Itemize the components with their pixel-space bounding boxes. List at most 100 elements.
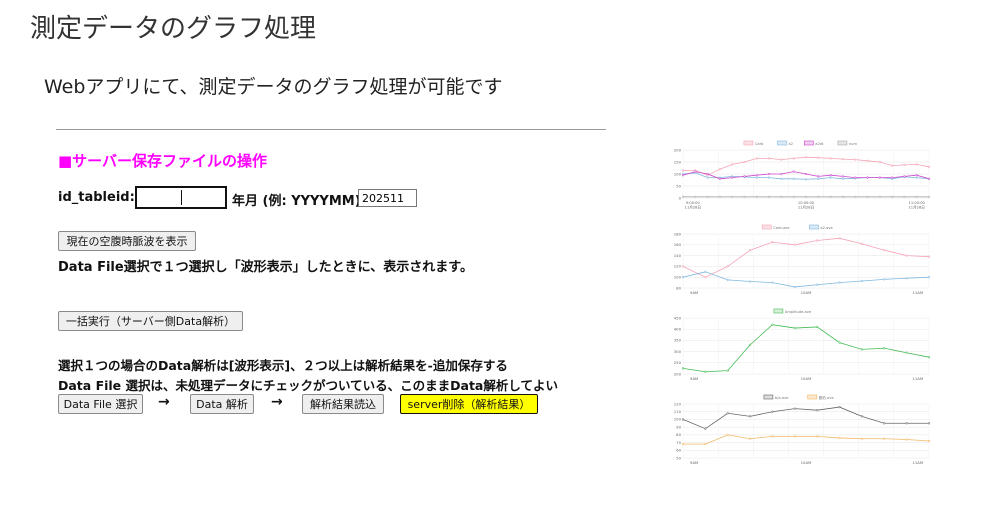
slide-title: 測定データのグラフ処理 (30, 14, 317, 44)
data-point (878, 160, 881, 164)
data-point (817, 177, 820, 180)
y-tick-label: 160 (674, 242, 682, 247)
data-point (771, 240, 774, 244)
datafile-note: Data File選択で１つ選択し「波形表示」したときに、表示されます。 (58, 260, 473, 275)
legend-swatch (777, 140, 787, 146)
legend-swatch (809, 224, 819, 230)
x-tick-label: 11AM (912, 290, 923, 295)
data-point (681, 169, 685, 172)
line-chart-all-series: Carb a2 a2dt num2001501005009:00:0011月28日10… (674, 140, 931, 210)
data-point (841, 175, 845, 178)
line-chart-ba-pulse-ave: b/a-ave 脈拍-ave 120 110 100 90 80 70 60 50 9AM 10AM 1… (674, 394, 931, 465)
text-cursor (181, 190, 182, 205)
x-tick-label: 10AM (801, 290, 812, 295)
data-point (927, 422, 931, 425)
data-point (883, 249, 886, 252)
data-point (771, 323, 774, 326)
legend-label: 脈拍-ave (819, 395, 835, 400)
data-point (681, 276, 685, 279)
data-point (816, 409, 819, 412)
y-tick-label: 140 (674, 253, 682, 258)
data-point (860, 348, 864, 351)
data-point (860, 242, 864, 245)
data-point (755, 195, 758, 198)
y-tick-label: 50 (676, 183, 681, 188)
data-point (905, 351, 908, 354)
data-point (927, 165, 931, 168)
series-line (682, 271, 930, 288)
data-point (767, 157, 771, 160)
data-point (793, 435, 796, 438)
data-point (866, 176, 869, 179)
data-point (841, 157, 845, 161)
legend-swatch (804, 140, 814, 146)
y-tick-label: 450 (674, 315, 682, 320)
data-point (860, 279, 864, 283)
legend-swatch (761, 224, 772, 230)
data-point (767, 195, 771, 198)
x-tick-label: 11:00:00 (909, 201, 926, 205)
y-tick-label: 300 (674, 349, 682, 354)
x-tick-label: 11AM (912, 460, 923, 465)
data-point (681, 265, 685, 268)
data-point (743, 160, 746, 164)
data-point (793, 407, 796, 410)
data-point (927, 356, 931, 359)
data-point (883, 278, 886, 281)
data-point (854, 158, 857, 161)
data-point (841, 195, 845, 198)
data-point (704, 370, 707, 373)
data-point (743, 175, 746, 178)
data-point (816, 239, 819, 242)
data-point (726, 433, 729, 437)
series-line (682, 406, 929, 430)
data-point (915, 176, 918, 179)
load-results-button[interactable]: 解析結果読込 (302, 394, 384, 414)
data-point (748, 280, 752, 283)
legend-swatch (743, 140, 754, 146)
yearmonth-input[interactable] (358, 189, 417, 207)
y-tick-label: 120 (674, 401, 682, 406)
data-point (767, 172, 771, 176)
data-point (878, 195, 881, 198)
y-tick-label: 350 (674, 338, 682, 343)
batch-run-button[interactable]: 一括実行（サーバー側Data解析） (58, 311, 243, 331)
y-tick-label: 150 (674, 159, 682, 164)
legend-swatch (837, 140, 848, 146)
select-datafile-button[interactable]: Data File 選択 (58, 394, 143, 414)
data-point (890, 195, 894, 198)
y-tick-label: 100 (674, 275, 682, 280)
data-point (681, 442, 685, 446)
data-point (883, 347, 886, 350)
y-tick-label: 100 (674, 171, 682, 176)
data-point (718, 168, 722, 171)
x-tick-label: 9AM (690, 460, 698, 465)
x-tick-label: 11月28日 (798, 205, 814, 210)
data-point (927, 255, 931, 258)
data-point (748, 343, 752, 347)
data-point (771, 281, 774, 284)
data-point (704, 270, 707, 273)
data-point (829, 174, 832, 177)
analyze-button[interactable]: Data 解析 (190, 394, 254, 414)
data-point (704, 276, 707, 279)
data-point (792, 195, 795, 198)
data-point (704, 442, 707, 446)
data-point (883, 422, 886, 425)
server-delete-button[interactable]: server削除（解析結果） (400, 394, 538, 414)
data-point (731, 195, 734, 198)
data-point (743, 195, 746, 198)
data-point (903, 195, 906, 198)
data-point (793, 326, 796, 330)
data-point (905, 277, 908, 280)
arrow-right-icon: → (158, 394, 170, 410)
show-wave-button[interactable]: 現在の空腹時脈波を表示 (58, 231, 196, 251)
data-point (905, 422, 908, 425)
y-tick-label: 120 (674, 264, 682, 269)
yearmonth-label: 年月 (例: YYYYMM): (232, 194, 366, 209)
data-point (780, 172, 783, 176)
data-point (804, 156, 808, 159)
data-point (804, 178, 808, 181)
data-point (718, 177, 722, 180)
arrow-right-icon: → (271, 394, 283, 410)
